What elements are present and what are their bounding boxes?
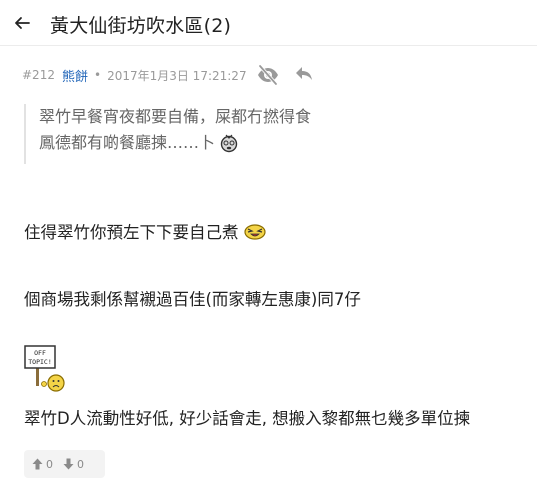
post-paragraph-1: 住得翠竹你預左下下要自己煮 <box>24 219 267 243</box>
back-button[interactable] <box>10 11 34 35</box>
reply-icon <box>296 67 312 80</box>
thread-title: 黃大仙街坊吹水區(2) <box>50 15 232 37</box>
post-paragraph-2: 個商場我剩係幫襯過百佳(而家轉左惠康)同7仔 <box>24 290 361 309</box>
dizzy-face-emoji-icon <box>220 134 238 153</box>
upvote-count: 0 <box>46 457 53 471</box>
off-topic-sticker: OFF TOPIC! <box>24 344 70 394</box>
paragraph-1-text: 住得翠竹你預左下下要自己煮 <box>24 223 239 242</box>
sticker-text-line-1: OFF <box>34 349 46 357</box>
post-meta: #212 熊餅 • 2017年1月3日 17:21:27 <box>22 66 247 85</box>
laughing-face-emoji-icon <box>243 224 266 240</box>
quote-line-1: 翠竹早餐宵夜都要自備，屎都冇撚得食 <box>39 107 312 126</box>
meta-separator: • <box>93 68 102 82</box>
post-timestamp: 2017年1月3日 17:21:27 <box>107 68 247 83</box>
arrow-left-icon <box>15 17 30 29</box>
post-number: #212 <box>22 68 55 82</box>
reply-button[interactable] <box>294 64 316 86</box>
top-bar: 黃大仙街坊吹水區(2) <box>0 0 537 46</box>
arrow-up-icon <box>32 458 43 470</box>
quoted-reply: 翠竹早餐宵夜都要自備，屎都冇撚得食 鳳德都有啲餐廳揀……卜 <box>24 104 354 164</box>
quote-line-2-text: 鳳德都有啲餐廳揀……卜 <box>39 133 216 152</box>
upvote-button[interactable]: 0 <box>32 458 53 471</box>
vote-bar: 0 0 <box>24 450 105 478</box>
off-topic-sign-icon: OFF TOPIC! <box>24 345 65 392</box>
post-paragraph-3: 翠竹D人流動性好低, 好少話會走, 想搬入黎都無乜幾多單位揀 <box>24 409 471 428</box>
eye-slash-icon <box>258 64 278 86</box>
quote-line-2: 鳳德都有啲餐廳揀……卜 <box>39 130 354 156</box>
downvote-button[interactable]: 0 <box>63 458 84 471</box>
arrow-down-icon <box>63 458 74 470</box>
post-author[interactable]: 熊餅 <box>62 66 88 85</box>
hide-post-button[interactable] <box>256 64 280 86</box>
sticker-text-line-2: TOPIC! <box>28 358 51 366</box>
downvote-count: 0 <box>77 457 84 471</box>
